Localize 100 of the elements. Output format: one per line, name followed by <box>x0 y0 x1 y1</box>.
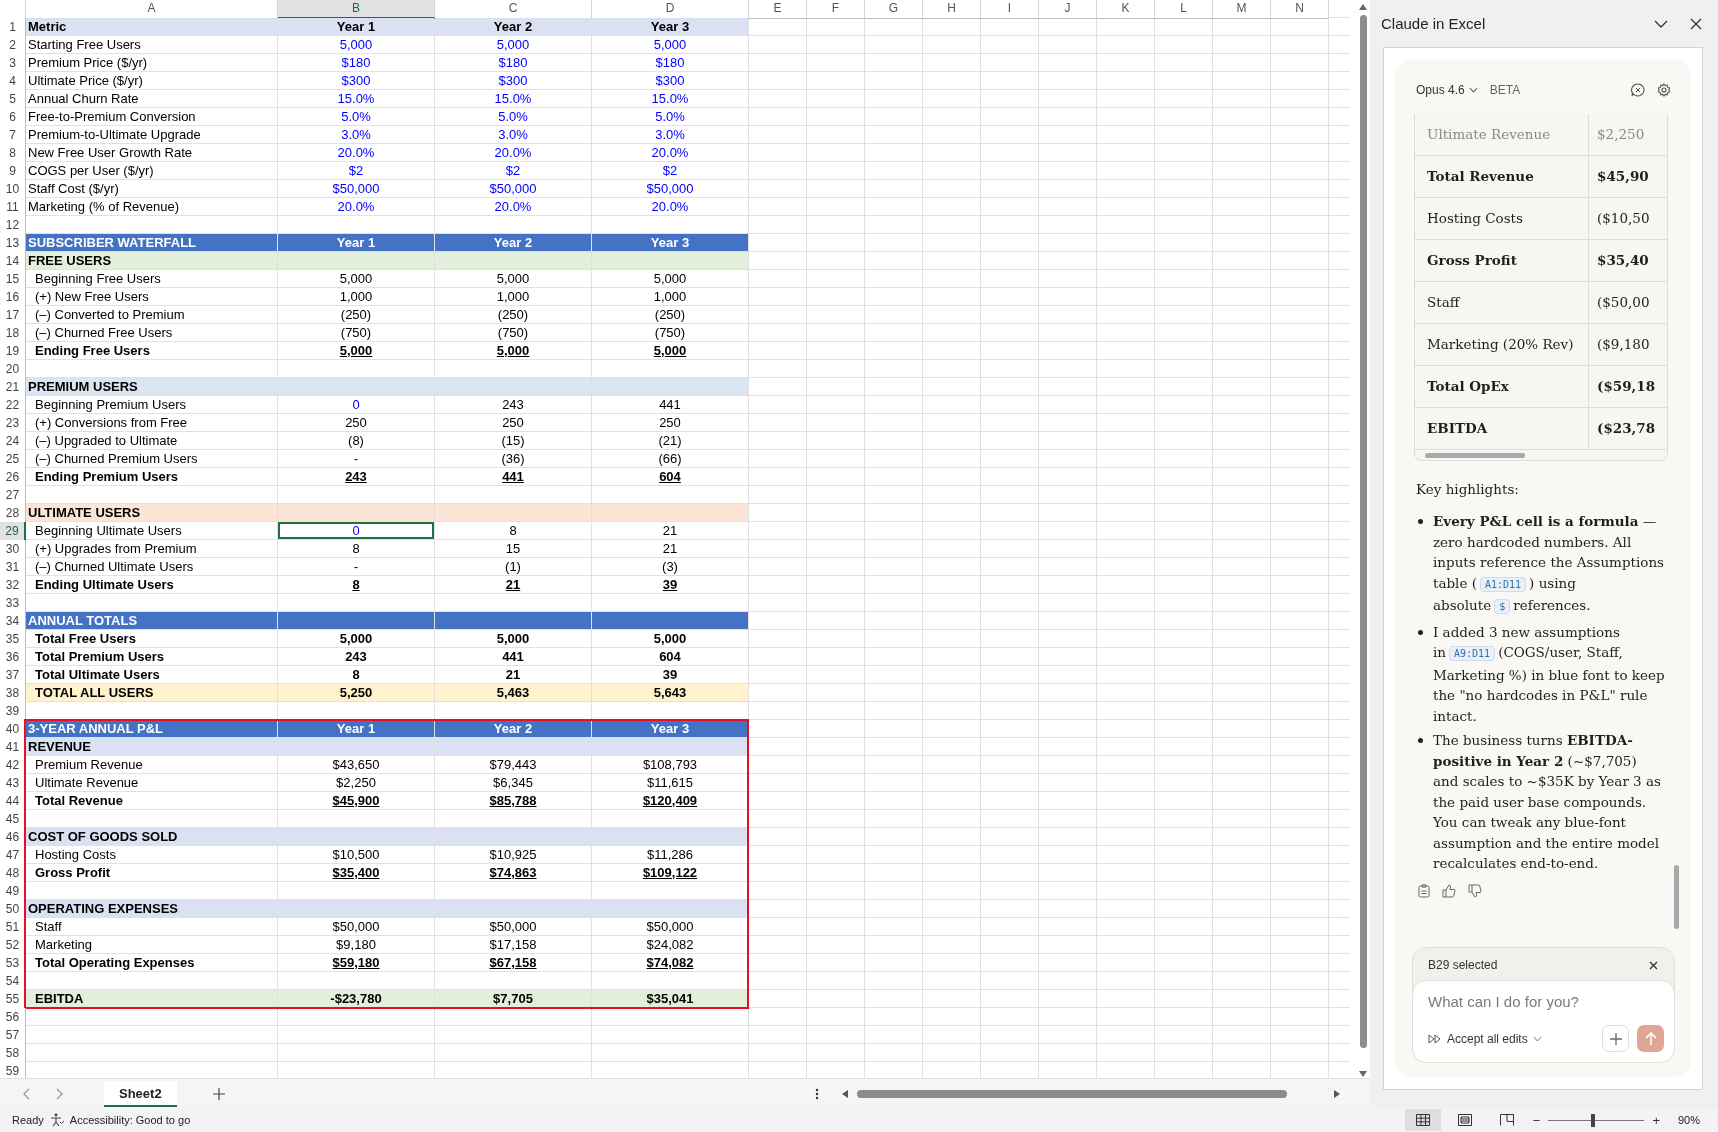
zoom-level[interactable]: 90% <box>1677 1114 1700 1126</box>
table-cell-text: 8 <box>351 576 361 593</box>
table-cell-text: 5,000 <box>495 342 531 359</box>
table-cell-text: 243 <box>344 648 368 665</box>
table-cell-text: ($10,50 <box>1596 209 1651 228</box>
bullet-text: I added 3 new assumptions in A9:D11 (COGS/user, Staff, Marketing %) in blue font to keep the "no hardcodes in P&L" rule intact. <box>1433 622 1665 726</box>
table-cell-text: (+) New Free Users <box>34 288 150 305</box>
thumbs-down-icon[interactable] <box>1468 883 1482 898</box>
column-header[interactable]: D <box>592 0 749 19</box>
table-cell-text: 21 <box>504 576 522 593</box>
scrollbar-thumb[interactable] <box>1359 15 1367 1048</box>
sheet-tab[interactable]: Sheet2 <box>104 1080 177 1107</box>
column-header[interactable]: G <box>865 0 923 19</box>
table-cell-text: $45,90 <box>1596 167 1650 186</box>
table-cell-text: $300 <box>340 72 372 89</box>
scroll-left-icon[interactable] <box>840 1088 849 1099</box>
scrollbar-thumb[interactable] <box>1674 865 1679 929</box>
arrow-up-icon <box>1644 1031 1657 1046</box>
table-cell-text: 5.0% <box>497 108 529 125</box>
column-header[interactable]: K <box>1097 0 1155 19</box>
row-number[interactable]: 59 <box>0 1062 26 1078</box>
close-icon[interactable] <box>1690 17 1702 30</box>
accessibility-icon[interactable] <box>49 1113 64 1127</box>
add-sheet-icon[interactable] <box>212 1087 225 1100</box>
table-cell-text: Marketing (% of Revenue) <box>27 198 180 215</box>
table-cell: Year 2 <box>435 18 591 35</box>
bullet-text: The business turns EBITDA-positive in Year 2 (~$7,705) and scales to ~$35K by Year 3 as the paid user base compounds. You can tweak any blue-font assumption and the entire model recalculates end-to-end. <box>1433 731 1662 873</box>
scroll-up-icon[interactable] <box>1358 3 1368 11</box>
table-cell-text: 250 <box>658 414 682 431</box>
chat-bubble-icon[interactable] <box>1631 83 1645 97</box>
table-cell-text: Annual Churn Rate <box>27 90 140 107</box>
table-cell-text: Total Ultimate Users <box>34 666 161 683</box>
column-header[interactable]: M <box>1213 0 1271 19</box>
clipboard-icon[interactable] <box>1418 883 1430 898</box>
table-cell-text: $11,286 <box>646 846 694 863</box>
table-cell: EBITDA <box>26 990 277 1007</box>
accessibility-status[interactable]: Accessibility: Good to go <box>69 1114 191 1126</box>
table-cell-text: 250 <box>344 414 368 431</box>
accept-edits-button[interactable]: Accept all edits <box>1428 1031 1542 1046</box>
table-cell-text: Beginning Free Users <box>34 270 162 287</box>
table-cell: ANNUAL TOTALS <box>26 612 277 629</box>
table-cell-text: 20.0% <box>493 198 533 215</box>
table-cell: SUBSCRIBER WATERFALL <box>26 234 277 251</box>
table-cell-text: (250) <box>653 306 687 323</box>
table-cell-text: $67,158 <box>488 954 538 971</box>
column-header[interactable]: I <box>981 0 1039 19</box>
table-cell-text: New Free User Growth Rate <box>27 144 193 161</box>
table-cell: 5,250 <box>278 684 434 701</box>
table-cell: Gross Profit <box>1415 240 1589 281</box>
table-cell-text: 441 <box>658 396 682 413</box>
thumbs-up-icon[interactable] <box>1442 883 1456 898</box>
table-cell-text: 5,000 <box>652 270 688 287</box>
table-cell-text: 3.0% <box>497 126 529 143</box>
slider-thumb[interactable] <box>1590 1113 1595 1127</box>
table-cell: Metric <box>26 18 277 35</box>
table-cell-text: 3.0% <box>340 126 372 143</box>
table-cell-text: ($59,18 <box>1596 377 1657 396</box>
zoom-out-button[interactable]: − <box>1530 1112 1543 1128</box>
scroll-right-icon[interactable] <box>1332 1088 1341 1099</box>
selection-context: B29 selected <box>1428 958 1498 972</box>
table-cell: Staff <box>1415 282 1589 323</box>
scrollbar-thumb[interactable] <box>1425 452 1525 458</box>
next-sheet-icon[interactable] <box>54 1087 64 1100</box>
table-cell-text: Ending Premium Users <box>34 468 180 485</box>
column-header[interactable]: B <box>278 0 435 19</box>
column-header[interactable]: E <box>749 0 807 19</box>
pane-title: Claude in Excel <box>1381 15 1487 32</box>
table-cell-text: $2,250 <box>1596 125 1646 144</box>
table-cell-text: 20.0% <box>336 144 376 161</box>
table-cell-text: 5,000 <box>652 630 688 647</box>
table-cell-text: 39 <box>661 666 679 683</box>
prompt-field[interactable]: What can I do for you? <box>1428 993 1664 1010</box>
column-header[interactable]: F <box>807 0 865 19</box>
column-header[interactable]: J <box>1039 0 1097 19</box>
column-header[interactable]: C <box>435 0 592 19</box>
beta-label: BETA <box>1489 83 1521 97</box>
zoom-in-button[interactable]: + <box>1650 1112 1662 1128</box>
scrollbar-thumb[interactable] <box>856 1089 1287 1098</box>
table-cell-text: $50,000 <box>488 180 538 197</box>
table-cell-text: $35,400 <box>331 864 381 881</box>
close-icon[interactable] <box>1649 960 1658 970</box>
table-cell-text: 21 <box>504 666 522 683</box>
table-cell-text: 1,000 <box>338 288 374 305</box>
column-header[interactable]: L <box>1155 0 1213 19</box>
settings-icon[interactable] <box>1657 83 1671 97</box>
table-cell-text: $17,158 <box>488 936 538 953</box>
table-cell-text: - <box>352 450 360 467</box>
model-selector[interactable]: Opus 4.6 <box>1416 83 1478 97</box>
normal-view-button[interactable] <box>1404 1109 1441 1131</box>
column-header[interactable]: N <box>1271 0 1329 19</box>
previous-sheet-icon[interactable] <box>22 1087 32 1100</box>
table-cell: $7,705 <box>435 990 591 1007</box>
column-header[interactable]: H <box>923 0 981 19</box>
table-cell-text: $74,082 <box>645 954 695 971</box>
attach-button[interactable] <box>1602 1025 1629 1052</box>
chevron-down-icon[interactable] <box>1654 19 1668 28</box>
table-cell-text: 441 <box>501 468 525 485</box>
table-cell-text: (1) <box>504 558 522 575</box>
more-icon[interactable] <box>814 1087 819 1100</box>
table-cell-text: $11,615 <box>646 774 694 791</box>
